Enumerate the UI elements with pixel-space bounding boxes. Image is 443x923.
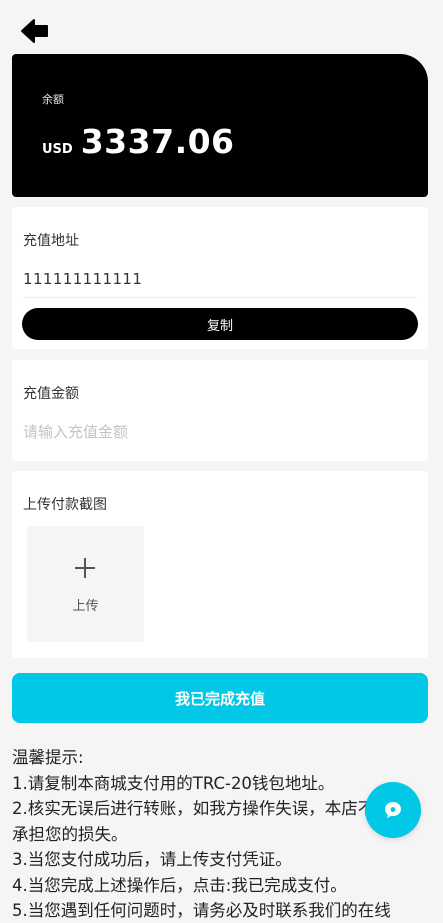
balance-row: USD 3337.06: [42, 122, 235, 161]
deposit-address-title: 充值地址: [23, 233, 79, 249]
deposit-amount-title: 充值金额: [23, 386, 79, 402]
deposit-amount-panel: 充值金额: [12, 360, 428, 461]
tips-line: 4.当您完成上述操作后，点击:我已完成支付。: [12, 875, 347, 895]
deposit-address-value: 111111111111: [23, 270, 143, 288]
upload-button[interactable]: 上传: [27, 526, 144, 642]
tips-line: 3.当您支付成功后，请上传支付凭证。: [12, 850, 292, 869]
balance-currency: USD: [42, 142, 73, 157]
tips-line: 温馨提示:: [12, 748, 84, 767]
upload-title: 上传付款截图: [23, 497, 107, 513]
balance-label: 余额: [42, 93, 64, 106]
tips-line: 5.当您遇到任何问题时，请务必及时联系我们的在线: [12, 901, 391, 920]
tips-section: 温馨提示: 1.请复制本商城支付用的TRC-20钱包地址。 2.核实无误后进行转…: [12, 745, 442, 923]
divider: [23, 297, 417, 298]
back-button[interactable]: [20, 18, 50, 44]
plus-icon: [75, 558, 95, 578]
arrow-left-icon: [21, 19, 48, 43]
balance-card: 余额 USD 3337.06: [12, 54, 428, 197]
chat-button[interactable]: [365, 782, 421, 838]
deposit-amount-input[interactable]: [23, 418, 413, 446]
balance-amount: 3337.06: [80, 122, 235, 161]
submit-deposit-button[interactable]: 我已完成充值: [12, 673, 428, 723]
chat-icon: [385, 802, 401, 818]
upload-label: 上传: [72, 599, 99, 614]
upload-panel: 上传付款截图 上传: [12, 471, 428, 658]
deposit-address-panel: 充值地址 111111111111 复制: [12, 207, 428, 349]
copy-button[interactable]: 复制: [22, 308, 418, 340]
